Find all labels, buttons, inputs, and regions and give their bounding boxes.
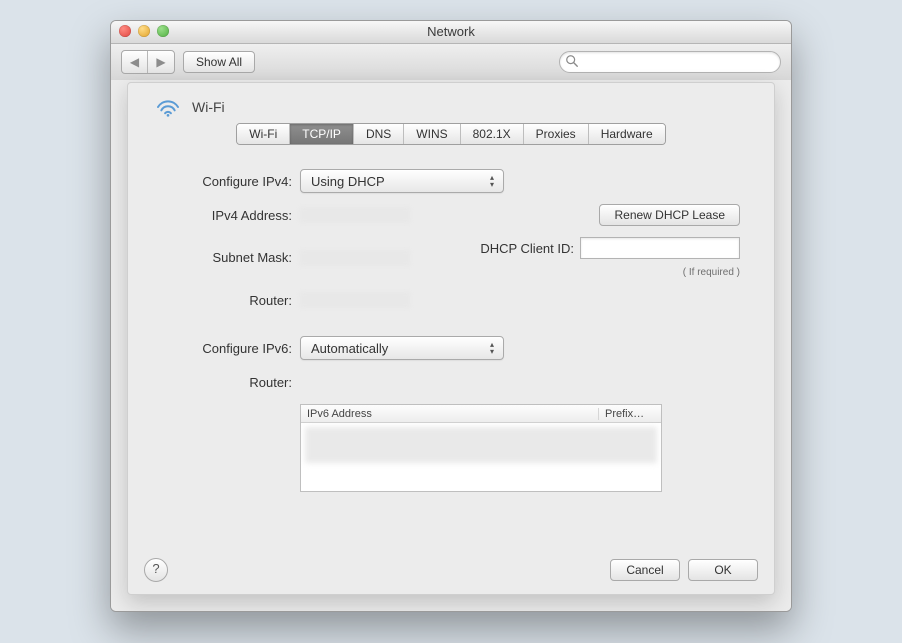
nav-back-button[interactable]: ◀	[122, 51, 148, 73]
window-title: Network	[427, 24, 475, 39]
ipv4-address-value	[300, 207, 410, 223]
show-all-button[interactable]: Show All	[183, 51, 255, 73]
wifi-icon	[154, 97, 182, 117]
label-router-ipv4: Router:	[162, 293, 300, 308]
tab-hardware[interactable]: Hardware	[589, 124, 665, 144]
chevron-updown-icon: ▴▾	[485, 172, 499, 190]
minimize-icon[interactable]	[138, 25, 150, 37]
subnet-mask-value	[300, 250, 410, 266]
label-ipv4-address: IPv4 Address:	[162, 208, 300, 223]
nav-back-forward: ◀ ▶	[121, 50, 175, 74]
search-field-wrap	[559, 51, 781, 73]
configure-ipv6-value: Automatically	[311, 341, 388, 356]
sheet-header: Wi-Fi	[128, 83, 774, 125]
configure-ipv4-popup[interactable]: Using DHCP ▴▾	[300, 169, 504, 193]
tab-wins[interactable]: WINS	[404, 124, 460, 144]
close-icon[interactable]	[119, 25, 131, 37]
ipv6-rows-redacted	[305, 427, 657, 463]
dhcp-client-id-field[interactable]	[580, 237, 740, 259]
advanced-sheet: Wi-Fi Wi-FiTCP/IPDNSWINS802.1XProxiesHar…	[127, 82, 775, 595]
search-icon	[565, 54, 579, 68]
sheet-backdrop: Wi-Fi Wi-FiTCP/IPDNSWINS802.1XProxiesHar…	[111, 80, 791, 611]
titlebar: Network	[111, 21, 791, 44]
tab-bar: Wi-FiTCP/IPDNSWINS802.1XProxiesHardware	[128, 123, 774, 145]
ok-button[interactable]: OK	[688, 559, 758, 581]
preferences-window: Network ◀ ▶ Show All	[110, 20, 792, 612]
tcpip-form: Configure IPv4: Using DHCP ▴▾ IPv4 Addre…	[128, 145, 774, 500]
tab-proxies[interactable]: Proxies	[524, 124, 589, 144]
dhcp-if-required-hint: ( If required )	[683, 267, 740, 278]
zoom-icon[interactable]	[157, 25, 169, 37]
sheet-footer: ? Cancel OK	[128, 546, 774, 594]
nav-forward-button[interactable]: ▶	[148, 51, 174, 73]
tab-dns[interactable]: DNS	[354, 124, 404, 144]
toolbar: ◀ ▶ Show All	[111, 44, 791, 81]
cancel-button[interactable]: Cancel	[610, 559, 680, 581]
ipv6-table-header: IPv6 Address Prefix…	[301, 405, 661, 423]
interface-title: Wi-Fi	[192, 99, 225, 115]
search-input[interactable]	[559, 51, 781, 73]
ipv6-table[interactable]: IPv6 Address Prefix…	[300, 404, 662, 492]
label-subnet-mask: Subnet Mask:	[162, 250, 300, 265]
renew-dhcp-button[interactable]: Renew DHCP Lease	[599, 204, 740, 226]
ipv6-col-address[interactable]: IPv6 Address	[301, 408, 599, 420]
configure-ipv4-value: Using DHCP	[311, 174, 385, 189]
ipv6-col-prefix[interactable]: Prefix…	[599, 408, 661, 420]
tab-wi-fi[interactable]: Wi-Fi	[237, 124, 290, 144]
label-configure-ipv4: Configure IPv4:	[162, 174, 300, 189]
label-router-ipv6: Router:	[162, 375, 300, 390]
tab-tcp-ip[interactable]: TCP/IP	[290, 124, 354, 144]
router-ipv4-value	[300, 292, 410, 308]
label-dhcp-client-id: DHCP Client ID:	[480, 241, 574, 256]
tab-802-1x[interactable]: 802.1X	[461, 124, 524, 144]
help-button[interactable]: ?	[144, 558, 168, 582]
configure-ipv6-popup[interactable]: Automatically ▴▾	[300, 336, 504, 360]
chevron-updown-icon: ▴▾	[485, 339, 499, 357]
traffic-lights	[119, 25, 169, 37]
label-configure-ipv6: Configure IPv6:	[162, 341, 300, 356]
